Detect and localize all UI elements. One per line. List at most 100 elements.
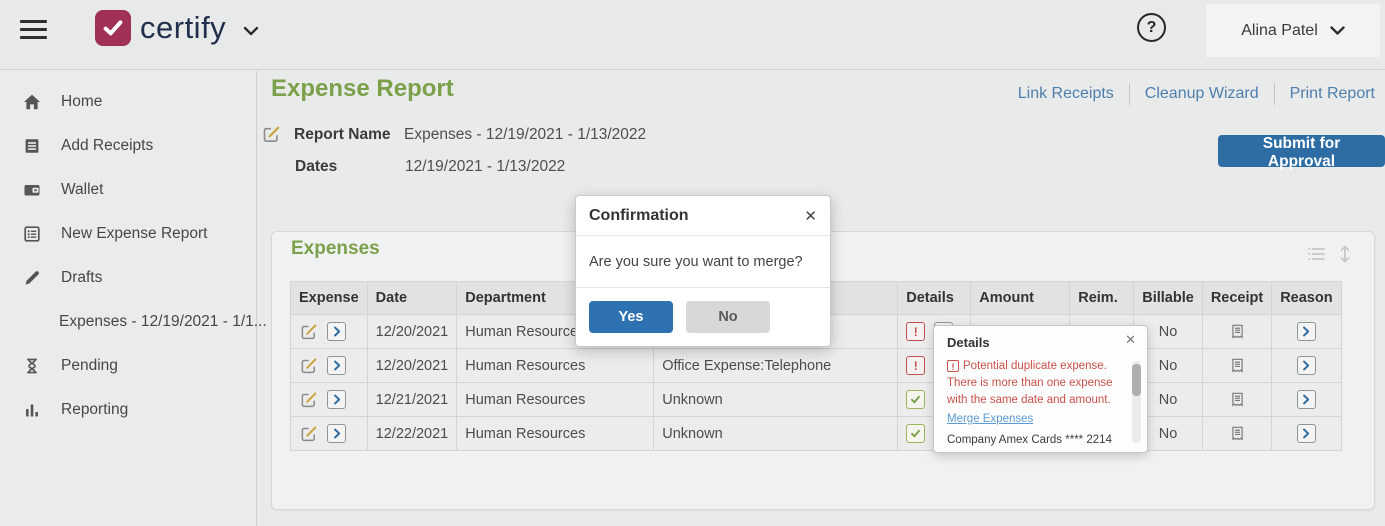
expense-department: Human Resources — [457, 349, 654, 383]
hamburger-menu-icon[interactable] — [20, 20, 47, 39]
brand-logo: certify — [95, 10, 259, 46]
drafts-pencil-icon — [22, 268, 42, 288]
yes-button[interactable]: Yes — [589, 301, 673, 333]
edit-expense-icon[interactable] — [299, 424, 318, 443]
open-expense-icon[interactable] — [327, 356, 346, 375]
user-name: Alina Patel — [1241, 22, 1318, 40]
dates-label: Dates — [295, 158, 405, 176]
report-name-value: Expenses - 12/19/2021 - 1/13/2022 — [404, 126, 646, 144]
open-reason-icon[interactable] — [1297, 424, 1316, 443]
col-amount: Amount — [971, 282, 1070, 315]
merge-expenses-link[interactable]: Merge Expenses — [947, 413, 1033, 425]
submit-for-approval-button[interactable]: Submit for Approval — [1218, 135, 1385, 167]
popover-scrollbar[interactable] — [1132, 361, 1141, 443]
table-row: 12/20/2021 Human Resources Office Expens… — [291, 349, 1342, 383]
wallet-icon — [22, 180, 42, 200]
open-expense-icon[interactable] — [327, 390, 346, 409]
brand-wordmark: certify — [140, 10, 226, 46]
edit-report-name-icon[interactable] — [262, 125, 281, 144]
expense-date: 12/21/2021 — [367, 383, 457, 417]
expense-date: 12/20/2021 — [367, 315, 457, 349]
expense-department: Human Resources — [457, 417, 654, 451]
modal-header: Confirmation ✕ — [576, 196, 830, 236]
expense-department: Human Resources — [457, 383, 654, 417]
help-icon[interactable]: ? — [1137, 13, 1166, 42]
receipt-icon[interactable] — [1228, 356, 1247, 375]
open-expense-icon[interactable] — [327, 322, 346, 341]
sidebar-item-home[interactable]: Home — [0, 80, 256, 124]
col-billable: Billable — [1134, 282, 1203, 315]
table-row: 12/22/2021 Human Resources Unknown No — [291, 417, 1342, 451]
open-expense-icon[interactable] — [327, 424, 346, 443]
confirmation-modal: Confirmation ✕ Are you sure you want to … — [575, 195, 831, 347]
certify-check-icon — [95, 10, 131, 46]
table-row: 12/21/2021 Human Resources Unknown No — [291, 383, 1342, 417]
link-receipts-link[interactable]: Link Receipts — [1018, 85, 1114, 103]
sidebar-item-expenses-report[interactable]: Expenses - 12/19/2021 - 1/1... — [0, 300, 256, 344]
sidebar-item-reporting[interactable]: Reporting — [0, 388, 256, 432]
expense-date: 12/22/2021 — [367, 417, 457, 451]
pending-hourglass-icon — [22, 356, 42, 376]
expense-date: 12/20/2021 — [367, 349, 457, 383]
warning-badge-icon: ! — [947, 360, 959, 372]
modal-message: Are you sure you want to merge? — [576, 236, 830, 288]
modal-footer: Yes No — [576, 288, 830, 346]
panel-tools — [1307, 244, 1352, 264]
dates-value: 12/19/2021 - 1/13/2022 — [405, 158, 565, 176]
sidebar-item-new-expense-report[interactable]: New Expense Report — [0, 212, 256, 256]
open-reason-icon[interactable] — [1297, 390, 1316, 409]
col-receipt: Receipt — [1202, 282, 1271, 315]
open-reason-icon[interactable] — [1297, 356, 1316, 375]
resize-updown-icon[interactable] — [1338, 244, 1352, 264]
sidebar: Home Add Receipts Wallet New Expense Rep… — [0, 71, 257, 526]
duplicate-warning-icon[interactable]: ! — [906, 356, 925, 375]
no-button[interactable]: No — [686, 301, 770, 333]
checked-ok-icon[interactable] — [906, 424, 925, 443]
expense-category: Unknown — [654, 383, 898, 417]
col-reim: Reim. — [1070, 282, 1134, 315]
expense-category: Unknown — [654, 417, 898, 451]
receipt-icon[interactable] — [1228, 390, 1247, 409]
receipt-icon[interactable] — [1228, 424, 1247, 443]
report-name-row: Report Name Expenses - 12/19/2021 - 1/13… — [262, 125, 646, 144]
sidebar-item-drafts[interactable]: Drafts — [0, 256, 256, 300]
edit-expense-icon[interactable] — [299, 322, 318, 341]
expenses-title: Expenses — [291, 238, 380, 260]
page-title: Expense Report — [271, 75, 454, 103]
checked-ok-icon[interactable] — [906, 390, 925, 409]
col-expense: Expense — [291, 282, 368, 315]
sidebar-item-add-receipts[interactable]: Add Receipts — [0, 124, 256, 168]
print-report-link[interactable]: Print Report — [1290, 85, 1375, 103]
modal-close-icon[interactable]: ✕ — [804, 207, 817, 225]
card-source-text: Company Amex Cards **** 2214 — [947, 434, 1120, 446]
details-popover: Details ✕ !Potential duplicate expense. … — [933, 325, 1148, 453]
open-reason-icon[interactable] — [1297, 322, 1316, 341]
add-receipts-icon — [22, 136, 42, 156]
sidebar-item-wallet[interactable]: Wallet — [0, 168, 256, 212]
col-reason: Reason — [1272, 282, 1341, 315]
dates-row: Dates 12/19/2021 - 1/13/2022 — [295, 158, 565, 176]
list-view-icon[interactable] — [1307, 246, 1327, 262]
receipt-icon[interactable] — [1228, 322, 1247, 341]
user-menu[interactable]: Alina Patel — [1206, 4, 1380, 57]
top-bar: certify ? Alina Patel — [0, 0, 1385, 70]
duplicate-warning-text: !Potential duplicate expense. There is m… — [947, 358, 1120, 409]
edit-expense-icon[interactable] — [299, 390, 318, 409]
new-expense-report-icon — [22, 224, 42, 244]
link-separator — [1129, 83, 1130, 105]
expense-category: Office Expense:Telephone — [654, 349, 898, 383]
brand-chevron-down-icon[interactable] — [243, 26, 259, 36]
modal-title: Confirmation — [589, 207, 689, 225]
report-name-label: Report Name — [294, 126, 404, 144]
header-links: Link Receipts Cleanup Wizard Print Repor… — [1018, 83, 1375, 105]
user-chevron-down-icon — [1330, 26, 1345, 35]
sidebar-item-pending[interactable]: Pending — [0, 344, 256, 388]
col-date: Date — [367, 282, 457, 315]
home-icon — [22, 92, 42, 112]
duplicate-warning-icon[interactable]: ! — [906, 322, 925, 341]
cleanup-wizard-link[interactable]: Cleanup Wizard — [1145, 85, 1259, 103]
edit-expense-icon[interactable] — [299, 356, 318, 375]
popover-body: !Potential duplicate expense. There is m… — [947, 358, 1120, 446]
popover-close-icon[interactable]: ✕ — [1125, 332, 1136, 348]
popover-scrollbar-thumb[interactable] — [1132, 364, 1141, 396]
